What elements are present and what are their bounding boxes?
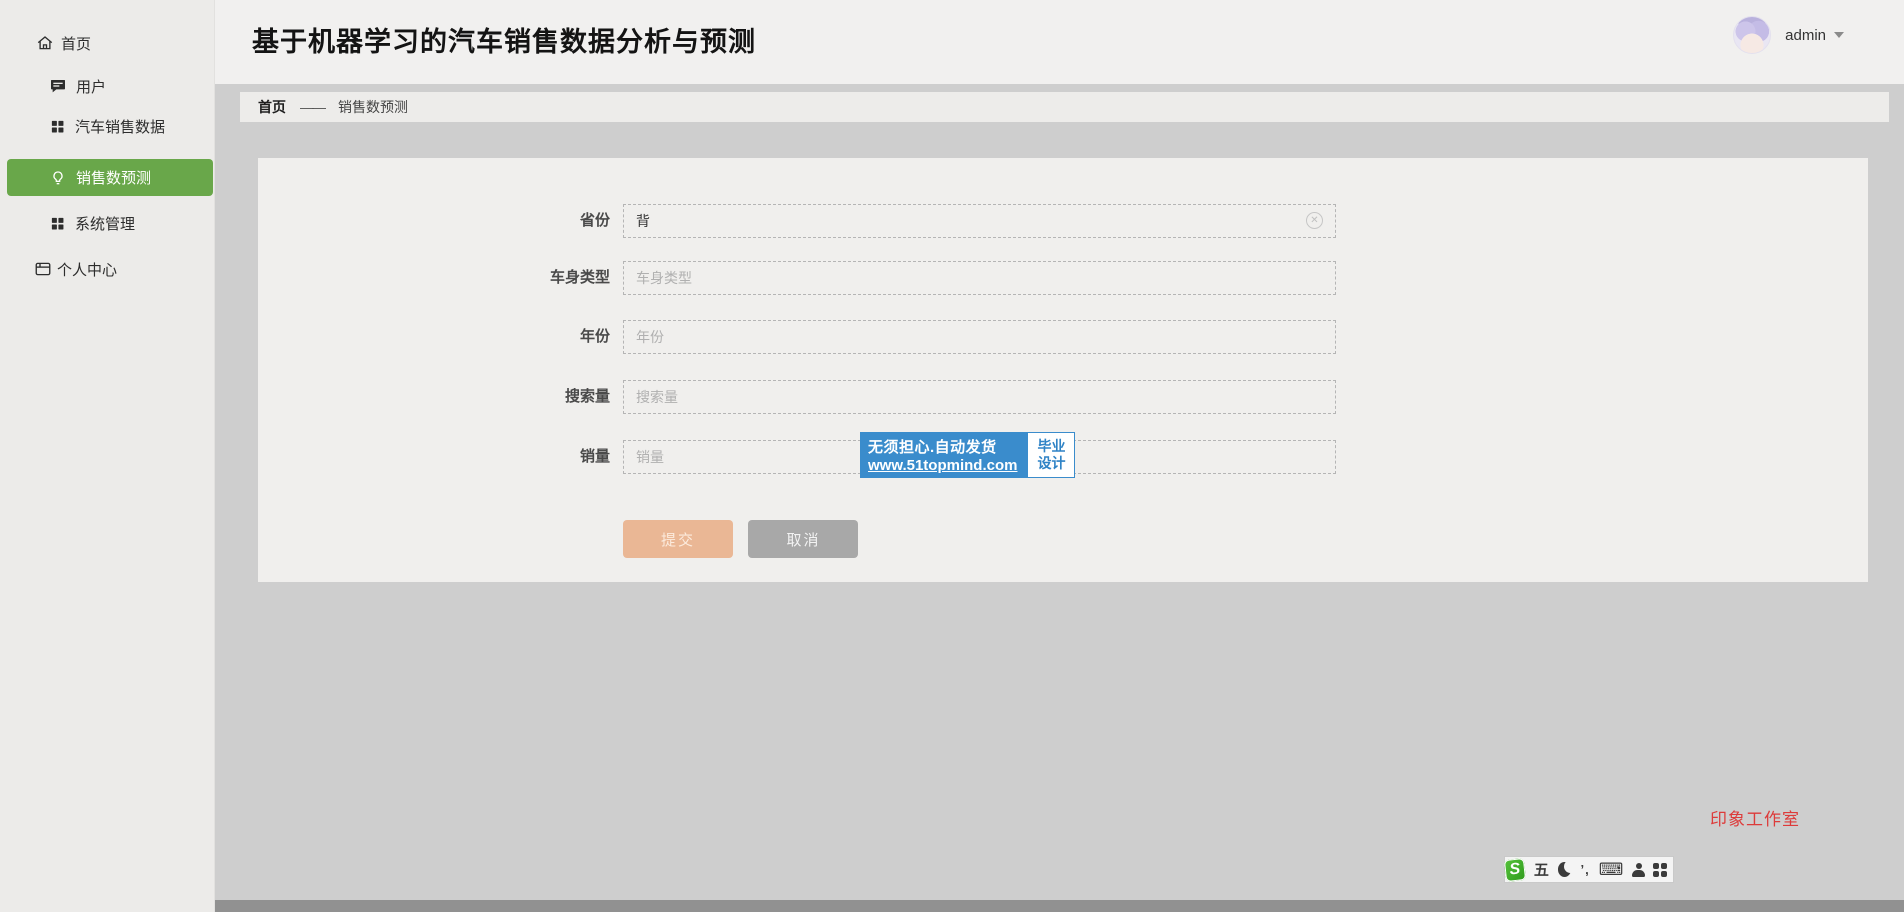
watermark-badge: 毕业 设计: [1027, 432, 1075, 478]
sogou-logo-icon[interactable]: S: [1504, 858, 1526, 882]
prediction-form-card: 省份 ✕ 车身类型 年份 搜索量 销量 提交 取消: [258, 158, 1868, 582]
username: admin: [1785, 27, 1826, 44]
ime-mode-wubi[interactable]: 五: [1534, 859, 1549, 880]
bottom-strip: [215, 900, 1904, 912]
watermark-ad-text: 无须担心.自动发货 www.51topmind.com: [860, 432, 1027, 478]
sidebar-item-label: 系统管理: [75, 213, 135, 234]
body-type-input[interactable]: [623, 261, 1336, 295]
ime-toolbar: S 五 ’, ⌨: [1504, 856, 1674, 883]
toolbox-grid-icon[interactable]: [1653, 863, 1667, 877]
user-menu[interactable]: admin: [1733, 14, 1844, 56]
home-icon: [36, 34, 54, 52]
keyboard-icon[interactable]: ⌨: [1599, 861, 1624, 878]
chat-icon: [50, 78, 66, 94]
breadcrumb-current: 销售数预测: [338, 97, 408, 117]
form-row-search-volume: 搜索量: [258, 380, 1868, 414]
page: 首页 用户 汽车销售数据 销售数预测 系统管理: [0, 0, 1904, 912]
sidebar-item-users[interactable]: 用户: [0, 68, 215, 104]
watermark-badge-line1: 毕业: [1037, 438, 1065, 456]
profile-card-icon: [34, 260, 52, 278]
moon-icon[interactable]: [1558, 862, 1572, 877]
watermark-badge-line2: 设计: [1037, 455, 1065, 473]
search-volume-input[interactable]: [623, 380, 1336, 414]
grid-icon: [50, 119, 65, 134]
sidebar-item-label: 销售数预测: [76, 167, 151, 188]
body-type-label: 车身类型: [258, 261, 610, 295]
breadcrumb-separator: ——: [300, 99, 324, 115]
punctuation-icon[interactable]: ’,: [1580, 862, 1589, 877]
sidebar-item-label: 用户: [76, 76, 106, 97]
form-row-year: 年份: [258, 320, 1868, 354]
year-label: 年份: [258, 320, 610, 354]
chevron-down-icon: [1834, 32, 1844, 38]
bulb-icon: [50, 170, 66, 186]
form-row-body-type: 车身类型: [258, 261, 1868, 295]
sidebar-item-personal-center[interactable]: 个人中心: [0, 251, 215, 287]
year-input[interactable]: [623, 320, 1336, 354]
sales-volume-label: 销量: [258, 440, 610, 474]
watermark-line1: 无须担心.自动发货: [868, 436, 1017, 457]
sidebar-item-label: 个人中心: [57, 259, 117, 280]
person-icon[interactable]: [1632, 863, 1644, 877]
page-title: 基于机器学习的汽车销售数据分析与预测: [252, 20, 756, 59]
sidebar-item-sales-prediction-active[interactable]: 销售数预测: [7, 159, 213, 196]
grid-icon: [50, 216, 65, 231]
watermark-ad: 无须担心.自动发货 www.51topmind.com 毕业 设计: [860, 432, 1075, 478]
province-label: 省份: [258, 204, 610, 238]
header: 基于机器学习的汽车销售数据分析与预测 admin: [215, 0, 1904, 84]
cancel-button[interactable]: 取消: [748, 520, 858, 558]
sidebar-item-car-sales-data[interactable]: 汽车销售数据: [0, 108, 215, 144]
sidebar-item-label: 汽车销售数据: [75, 116, 165, 137]
sidebar-item-system-admin[interactable]: 系统管理: [0, 205, 215, 241]
clear-input-icon[interactable]: ✕: [1306, 212, 1323, 229]
breadcrumb: 首页 —— 销售数预测: [240, 92, 1889, 122]
form-row-province: 省份 ✕: [258, 204, 1868, 238]
sidebar-item-home[interactable]: 首页: [0, 25, 215, 61]
studio-credit: 印象工作室: [1710, 805, 1800, 830]
breadcrumb-home[interactable]: 首页: [258, 97, 286, 117]
watermark-url-link[interactable]: www.51topmind.com: [868, 457, 1017, 474]
sidebar-item-label: 首页: [61, 33, 91, 54]
form-buttons: 提交 取消: [623, 520, 858, 558]
avatar[interactable]: [1733, 16, 1771, 54]
search-volume-label: 搜索量: [258, 380, 610, 414]
sidebar: 首页 用户 汽车销售数据 销售数预测 系统管理: [0, 0, 215, 912]
submit-button[interactable]: 提交: [623, 520, 733, 558]
province-input[interactable]: [623, 204, 1336, 238]
